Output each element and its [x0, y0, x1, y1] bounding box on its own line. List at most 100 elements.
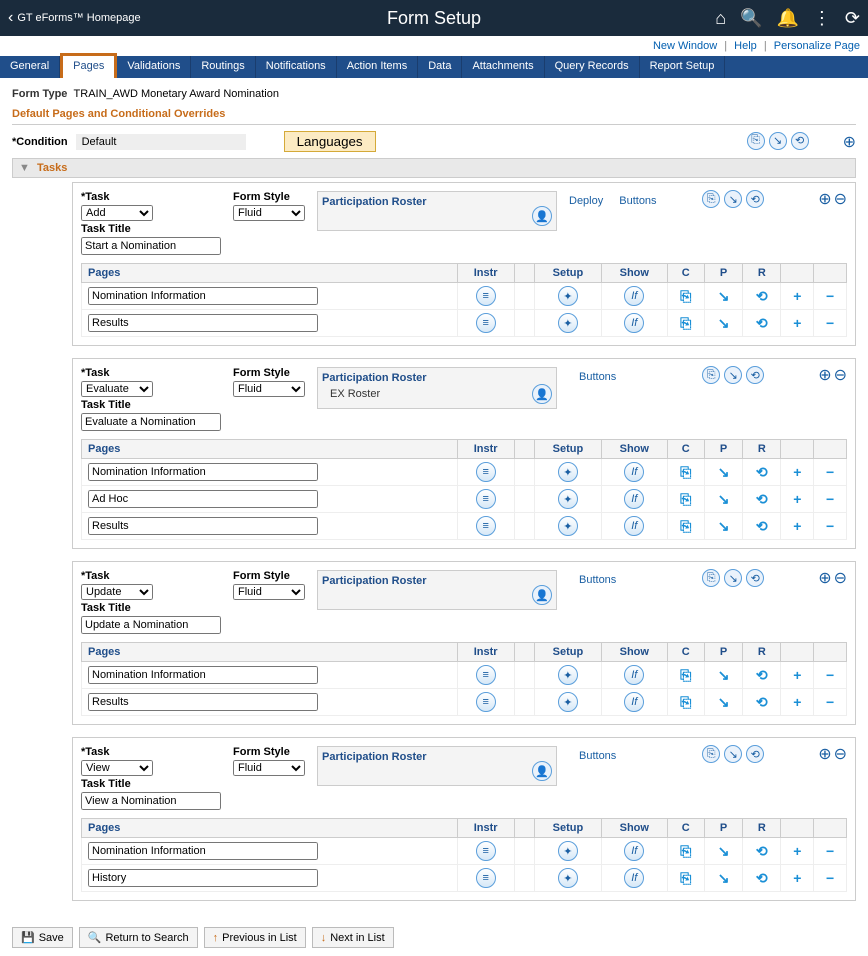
add-row-icon[interactable]: + [793, 694, 801, 710]
copy-row-icon[interactable]: ⎘ [680, 491, 691, 507]
task-title-input[interactable] [81, 413, 221, 431]
instr-icon[interactable]: ≡ [476, 462, 496, 482]
paste-icon[interactable]: ↘ [724, 190, 742, 208]
save-button[interactable]: 💾Save [12, 927, 73, 948]
undo-row-icon[interactable]: ⟲ [756, 870, 768, 886]
setup-icon[interactable]: ✦ [558, 489, 578, 509]
remove-row-icon[interactable]: − [826, 518, 834, 534]
instr-icon[interactable]: ≡ [476, 286, 496, 306]
add-task-icon[interactable]: ⊕ [818, 189, 831, 209]
instr-icon[interactable]: ≡ [476, 868, 496, 888]
help-link[interactable]: Help [734, 40, 757, 52]
page-name-input[interactable] [88, 463, 318, 481]
new-window-link[interactable]: New Window [653, 40, 717, 52]
copy-row-icon[interactable]: ⎘ [680, 843, 691, 859]
paste-icon[interactable]: ↘ [769, 132, 787, 150]
search-icon[interactable]: 🔍 [740, 8, 762, 29]
setup-icon[interactable]: ✦ [558, 692, 578, 712]
form-style-select[interactable]: Fluid [233, 584, 305, 600]
paste-row-icon[interactable]: ↘ [718, 667, 730, 683]
page-name-input[interactable] [88, 869, 318, 887]
paste-icon[interactable]: ↘ [724, 366, 742, 384]
copy-row-icon[interactable]: ⎘ [680, 694, 691, 710]
add-task-icon[interactable]: ⊕ [818, 744, 831, 764]
remove-row-icon[interactable]: − [826, 491, 834, 507]
form-style-select[interactable]: Fluid [233, 205, 305, 221]
personalize-link[interactable]: Personalize Page [774, 40, 860, 52]
copy-icon[interactable]: ⎘ [702, 366, 720, 384]
home-icon[interactable]: ⌂ [715, 8, 726, 29]
page-name-input[interactable] [88, 490, 318, 508]
add-row-icon[interactable]: + [793, 870, 801, 886]
page-name-input[interactable] [88, 517, 318, 535]
paste-row-icon[interactable]: ↘ [718, 843, 730, 859]
setup-icon[interactable]: ✦ [558, 516, 578, 536]
undo-icon[interactable]: ⟲ [746, 569, 764, 587]
roster-add-icon[interactable]: 👤 [532, 585, 552, 605]
remove-task-icon[interactable]: ⊖ [834, 568, 847, 588]
remove-row-icon[interactable]: − [826, 315, 834, 331]
page-name-input[interactable] [88, 693, 318, 711]
instr-icon[interactable]: ≡ [476, 516, 496, 536]
instr-icon[interactable]: ≡ [476, 313, 496, 333]
copy-row-icon[interactable]: ⎘ [680, 464, 691, 480]
undo-row-icon[interactable]: ⟲ [756, 694, 768, 710]
undo-icon[interactable]: ⟲ [746, 745, 764, 763]
undo-row-icon[interactable]: ⟲ [756, 315, 768, 331]
copy-row-icon[interactable]: ⎘ [680, 870, 691, 886]
add-row-icon[interactable]: + [793, 288, 801, 304]
setup-icon[interactable]: ✦ [558, 462, 578, 482]
paste-row-icon[interactable]: ↘ [718, 315, 730, 331]
task-select[interactable]: View [81, 760, 153, 776]
undo-icon[interactable]: ⟲ [746, 190, 764, 208]
remove-row-icon[interactable]: − [826, 870, 834, 886]
undo-row-icon[interactable]: ⟲ [756, 491, 768, 507]
form-style-select[interactable]: Fluid [233, 381, 305, 397]
show-icon[interactable]: If [624, 692, 644, 712]
form-style-select[interactable]: Fluid [233, 760, 305, 776]
show-icon[interactable]: If [624, 462, 644, 482]
add-row-icon[interactable]: + [793, 667, 801, 683]
instr-icon[interactable]: ≡ [476, 841, 496, 861]
add-row-icon[interactable]: + [793, 843, 801, 859]
remove-row-icon[interactable]: − [826, 464, 834, 480]
copy-icon[interactable]: ⎘ [702, 569, 720, 587]
add-row-icon[interactable]: + [793, 315, 801, 331]
add-row-icon[interactable]: + [793, 464, 801, 480]
paste-row-icon[interactable]: ↘ [718, 464, 730, 480]
page-name-input[interactable] [88, 666, 318, 684]
copy-row-icon[interactable]: ⎘ [680, 288, 691, 304]
task-title-input[interactable] [81, 237, 221, 255]
roster-add-icon[interactable]: 👤 [532, 761, 552, 781]
roster-add-icon[interactable]: 👤 [532, 384, 552, 404]
instr-icon[interactable]: ≡ [476, 665, 496, 685]
deploy-link[interactable]: Deploy [569, 195, 603, 207]
show-icon[interactable]: If [624, 516, 644, 536]
undo-row-icon[interactable]: ⟲ [756, 843, 768, 859]
copy-row-icon[interactable]: ⎘ [680, 518, 691, 534]
refresh-icon[interactable]: ⟳ [845, 8, 860, 29]
paste-icon[interactable]: ↘ [724, 569, 742, 587]
paste-row-icon[interactable]: ↘ [718, 870, 730, 886]
add-task-icon[interactable]: ⊕ [818, 365, 831, 385]
setup-icon[interactable]: ✦ [558, 665, 578, 685]
paste-row-icon[interactable]: ↘ [718, 288, 730, 304]
buttons-link[interactable]: Buttons [579, 574, 616, 586]
undo-icon[interactable]: ⟲ [791, 132, 809, 150]
setup-icon[interactable]: ✦ [558, 841, 578, 861]
paste-row-icon[interactable]: ↘ [718, 518, 730, 534]
tab-general[interactable]: General [0, 56, 60, 78]
tab-notifications[interactable]: Notifications [256, 56, 337, 78]
tab-routings[interactable]: Routings [191, 56, 255, 78]
page-name-input[interactable] [88, 287, 318, 305]
tab-query-records[interactable]: Query Records [545, 56, 640, 78]
page-name-input[interactable] [88, 314, 318, 332]
instr-icon[interactable]: ≡ [476, 489, 496, 509]
copy-icon[interactable]: ⎘ [702, 745, 720, 763]
remove-row-icon[interactable]: − [826, 667, 834, 683]
undo-row-icon[interactable]: ⟲ [756, 464, 768, 480]
tab-report-setup[interactable]: Report Setup [640, 56, 726, 78]
next-button[interactable]: ↓Next in List [312, 927, 394, 948]
show-icon[interactable]: If [624, 489, 644, 509]
add-row-icon[interactable]: + [793, 491, 801, 507]
